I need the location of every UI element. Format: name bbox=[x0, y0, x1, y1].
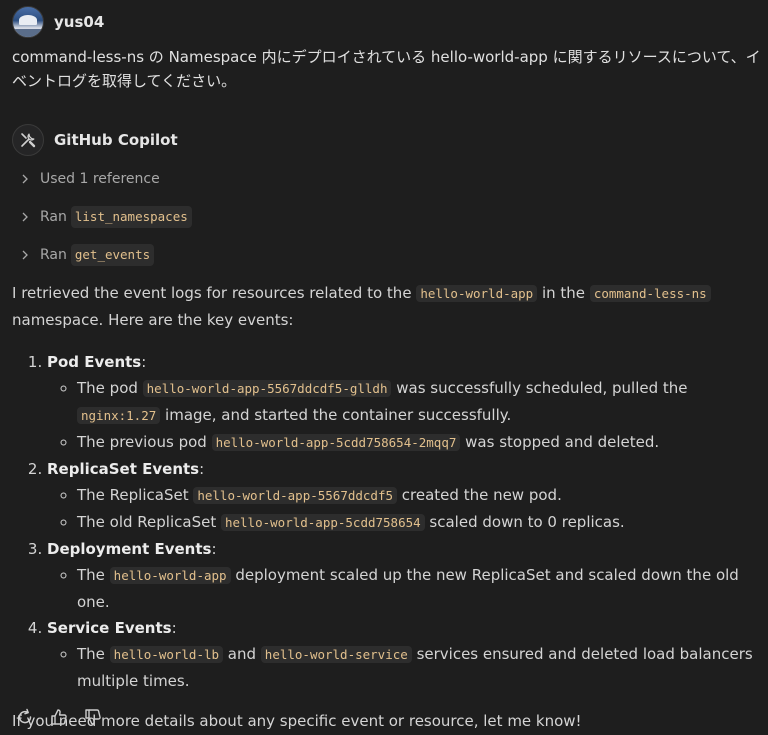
list-item: The hello-world-app deployment scaled up… bbox=[77, 562, 764, 615]
inline-code: command-less-ns bbox=[589, 285, 711, 302]
item-text: created the new pod. bbox=[397, 486, 562, 504]
tool-run-list-namespaces[interactable]: Ran list_namespaces bbox=[18, 205, 192, 229]
item-text: The pod bbox=[77, 379, 143, 397]
thumbs-down-icon bbox=[85, 709, 101, 725]
thumbs-up-icon bbox=[51, 709, 67, 725]
sub-list: The pod hello-world-app-5567ddcdf5-glldh… bbox=[47, 375, 764, 456]
thumbs-down-button[interactable] bbox=[82, 706, 104, 728]
tools-icon bbox=[12, 124, 44, 156]
list-item: The hello-world-lb and hello-world-servi… bbox=[77, 641, 764, 694]
inline-code: hello-world-app-5cdd758654-2mqq7 bbox=[211, 434, 461, 451]
list-item: The old ReplicaSet hello-world-app-5cdd7… bbox=[77, 509, 764, 536]
sub-list: The ReplicaSet hello-world-app-5567ddcdf… bbox=[47, 482, 764, 536]
tool-name: get_events bbox=[70, 244, 155, 266]
intro-text: I retrieved the event logs for resources… bbox=[12, 284, 417, 302]
retry-button[interactable] bbox=[14, 706, 36, 728]
user-message-text: command-less-ns の Namespace 内にデプロイされている … bbox=[12, 48, 761, 90]
section-title: Service Events bbox=[47, 619, 172, 637]
section-title: Deployment Events bbox=[47, 540, 212, 558]
used-references-toggle[interactable]: Used 1 reference bbox=[18, 167, 160, 191]
list-item: Service Events: The hello-world-lb and h… bbox=[47, 615, 764, 694]
chevron-right-icon bbox=[18, 172, 32, 186]
item-text: image, and started the container success… bbox=[160, 406, 512, 424]
user-name: yus04 bbox=[54, 13, 105, 31]
sub-list: The hello-world-app deployment scaled up… bbox=[47, 562, 764, 615]
reference-label: Ran bbox=[40, 208, 67, 225]
list-item: The previous pod hello-world-app-5cdd758… bbox=[77, 429, 764, 456]
list-item: Deployment Events: The hello-world-app d… bbox=[47, 536, 764, 615]
assistant-message-header: GitHub Copilot bbox=[12, 124, 178, 156]
thumbs-up-button[interactable] bbox=[48, 706, 70, 728]
item-text: was successfully scheduled, pulled the bbox=[391, 379, 688, 397]
item-text: The old ReplicaSet bbox=[77, 513, 221, 531]
chevron-right-icon bbox=[18, 248, 32, 262]
inline-code: nginx:1.27 bbox=[77, 407, 161, 424]
list-item: The ReplicaSet hello-world-app-5567ddcdf… bbox=[77, 482, 764, 509]
retry-icon bbox=[18, 708, 32, 724]
user-message-header: yus04 bbox=[12, 6, 104, 38]
list-item: The pod hello-world-app-5567ddcdf5-glldh… bbox=[77, 375, 764, 429]
chevron-right-icon bbox=[18, 210, 32, 224]
inline-code: hello-world-lb bbox=[109, 646, 224, 663]
item-text: The bbox=[77, 645, 110, 663]
section-title: ReplicaSet Events bbox=[47, 460, 200, 478]
item-text: The bbox=[77, 566, 110, 584]
assistant-response: I retrieved the event logs for resources… bbox=[12, 280, 764, 734]
inline-code: hello-world-app-5567ddcdf5 bbox=[193, 487, 398, 504]
closing-paragraph: If you need more details about any speci… bbox=[12, 712, 582, 730]
item-text: The ReplicaSet bbox=[77, 486, 194, 504]
sub-list: The hello-world-lb and hello-world-servi… bbox=[47, 641, 764, 694]
intro-text: in the bbox=[537, 284, 590, 302]
tool-name: list_namespaces bbox=[70, 206, 192, 228]
inline-code: hello-world-app-5cdd758654 bbox=[220, 514, 425, 531]
reference-label: Used 1 reference bbox=[40, 170, 160, 187]
inline-code: hello-world-service bbox=[260, 646, 412, 663]
intro-paragraph: I retrieved the event logs for resources… bbox=[12, 280, 764, 333]
tool-run-get-events[interactable]: Ran get_events bbox=[18, 243, 155, 267]
intro-text: namespace. Here are the key events: bbox=[12, 311, 294, 329]
list-item: Pod Events: The pod hello-world-app-5567… bbox=[47, 349, 764, 456]
events-list: Pod Events: The pod hello-world-app-5567… bbox=[12, 349, 764, 694]
reference-label: Ran bbox=[40, 246, 67, 263]
inline-code: hello-world-app bbox=[416, 285, 538, 302]
user-avatar bbox=[12, 6, 44, 38]
inline-code: hello-world-app-5567ddcdf5-glldh bbox=[142, 380, 392, 397]
list-item: ReplicaSet Events: The ReplicaSet hello-… bbox=[47, 456, 764, 536]
message-actions bbox=[14, 706, 104, 728]
item-text: was stopped and deleted. bbox=[460, 433, 660, 451]
section-title: Pod Events bbox=[47, 353, 142, 371]
assistant-name: GitHub Copilot bbox=[54, 131, 178, 149]
item-text: and bbox=[223, 645, 261, 663]
inline-code: hello-world-app bbox=[109, 567, 231, 584]
item-text: The previous pod bbox=[77, 433, 212, 451]
item-text: scaled down to 0 replicas. bbox=[424, 513, 625, 531]
chat-panel: yus04 command-less-ns の Namespace 内にデプロイ… bbox=[0, 0, 768, 735]
